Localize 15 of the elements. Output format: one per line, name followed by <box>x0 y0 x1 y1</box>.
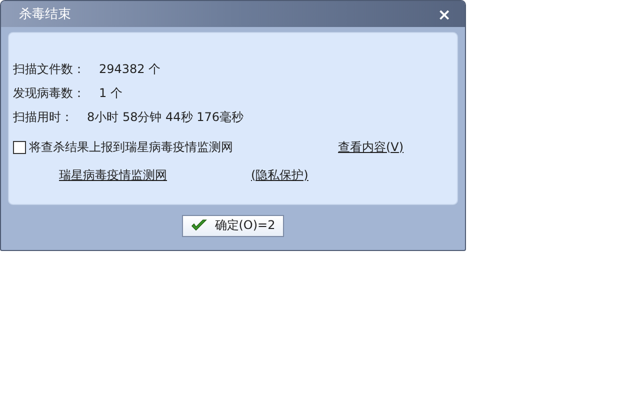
stat-label: 扫描文件数： <box>13 60 85 78</box>
stat-value: 294382 个 <box>99 60 161 78</box>
stat-label: 发现病毒数： <box>13 84 85 102</box>
stat-value: 1 个 <box>99 84 122 102</box>
view-content-link[interactable]: 查看内容(V) <box>338 138 404 156</box>
privacy-link[interactable]: (隐私保护) <box>251 166 308 184</box>
close-button[interactable]: × <box>436 4 453 24</box>
checkbox-label[interactable]: 将查杀结果上报到瑞星病毒疫情监测网 <box>29 138 233 156</box>
checkmark-icon <box>190 219 207 232</box>
ok-button[interactable]: 确定(O)=2 <box>182 214 284 236</box>
stat-value: 8小时 58分钟 44秒 176毫秒 <box>87 108 244 126</box>
monitor-network-link[interactable]: 瑞星病毒疫情监测网 <box>59 166 251 184</box>
window-title: 杀毒结束 <box>19 6 71 23</box>
report-checkbox[interactable] <box>13 140 26 154</box>
stat-label: 扫描用时： <box>13 108 73 126</box>
